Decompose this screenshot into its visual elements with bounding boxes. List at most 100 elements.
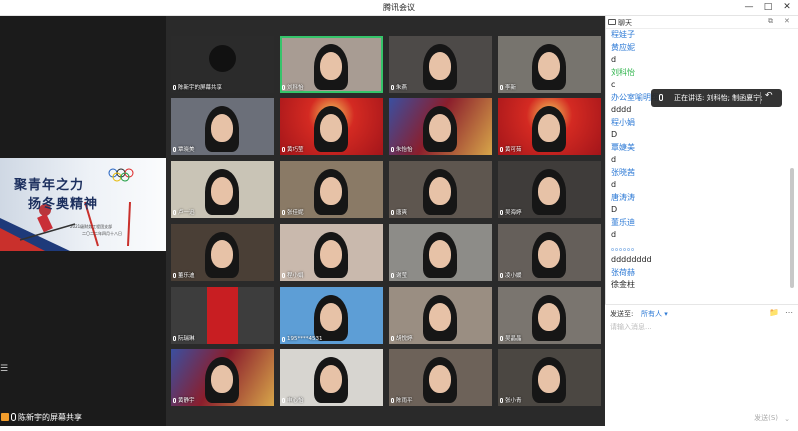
meeting-window: 腾讯会议 — □ ✕ ☰ 聚青年之力 扬冬奥精神 2021级财务工程团支部 二〇… [0,0,798,431]
list-toggle-icon[interactable]: ☰ [0,364,10,374]
participant-name: 陈新宇的屏幕共享 [173,83,222,91]
participant-face [429,365,451,393]
chat-icon [608,19,616,25]
more-icon[interactable]: ⋯ [785,308,793,317]
chat-message: d [611,55,617,64]
participant-face [211,240,233,268]
participant-name: 覃晓美 [173,145,195,153]
participant-name: 唐爽 [391,208,407,216]
chat-sender: 黄应妮 [611,42,635,52]
minimize-icon[interactable]: — [740,0,758,16]
participant-face [429,240,451,268]
participant-name: 程小娟 [282,271,304,279]
participant-name: 张佳妮 [282,208,304,216]
participant-face [320,303,342,331]
participant-tile[interactable]: 陈雨平 [389,349,492,406]
popout-icon[interactable]: ⧉ [768,17,773,26]
maximize-icon[interactable]: □ [759,0,777,16]
participant-tile[interactable]: 申心怡 [280,349,383,406]
message-input[interactable]: 请输入消息... [610,322,652,332]
mic-icon [282,84,285,90]
participant-tile[interactable]: 朱燕 [389,36,492,93]
participant-tile[interactable]: 黄静宇 [171,349,274,406]
participant-tile[interactable]: 吴海婷 [498,161,601,218]
participant-tile[interactable]: 张佳妮 [280,161,383,218]
send-to-select[interactable]: 所有人 ▾ [641,309,668,319]
participant-tile[interactable]: 唐爽 [389,161,492,218]
participant-name: 胡悦婷 [391,334,413,342]
mic-icon [282,146,285,152]
speaking-text: 正在讲话: 刘科怡; 制函夏宁; [674,94,763,102]
participant-tile[interactable]: 黄可茹 [498,98,601,155]
title-bar: 腾讯会议 — □ ✕ [0,0,798,16]
participant-tile[interactable]: 覃晓美 [171,98,274,155]
slide-subtitle-date: 二〇二二年四月十八日 [82,231,122,236]
participant-name: 刘科怡 [282,83,304,91]
participant-face [429,114,451,142]
file-icon[interactable]: 📁 [769,308,779,317]
chat-message: D [611,205,618,214]
return-icon[interactable]: ↶ [765,91,773,101]
mic-icon [500,335,503,341]
participant-tile[interactable]: 胡悦婷 [389,287,492,344]
participant-tile[interactable]: 吴晶晶 [498,287,601,344]
participant-name: 董乐迪 [173,271,195,279]
participant-face [429,303,451,331]
participant-name: 谢莹 [391,271,407,279]
screen-share-label: 陈新宇的屏幕共享 [0,410,110,424]
speaking-indicator: 正在讲话: 刘科怡; 制函夏宁; ↶ [651,89,782,107]
participant-tile[interactable]: 谢莹 [389,224,492,281]
mic-icon [11,413,16,421]
participant-tile[interactable]: 程小娟 [280,224,383,281]
participant-face [320,240,342,268]
participant-face [538,365,560,393]
mic-icon [500,272,503,278]
chat-composer: 发送至: 所有人 ▾ 📁 ⋯ 请输入消息... 发送(S) ⌄ [605,304,798,431]
participant-tile[interactable]: 黄巧莹 [280,98,383,155]
participant-avatar [209,45,236,72]
chat-message: d [611,180,617,189]
participant-tile[interactable]: 董乐迪 [171,224,274,281]
chat-sender: 董乐迪 [611,217,635,227]
participant-name: 黄巧莹 [282,145,304,153]
participant-face [211,114,233,142]
chat-close-icon[interactable]: ✕ [784,17,790,25]
close-icon[interactable]: ✕ [778,0,796,16]
participant-name: 李新 [500,83,516,91]
participant-tile[interactable]: 朱怡怡 [389,98,492,155]
window-title: 腾讯会议 [383,3,415,12]
participant-tile[interactable]: 阮瑞琳 [171,287,274,344]
send-options-icon[interactable]: ⌄ [784,415,790,423]
participant-face [320,365,342,393]
mic-icon [282,272,285,278]
participant-tile[interactable]: 卢一迅 [171,161,274,218]
participant-tile[interactable]: 刘科怡 [280,36,383,93]
mic-icon [282,336,285,342]
chat-sender: 覃婕美 [611,142,635,152]
send-to-label: 发送至: [610,310,634,318]
send-button[interactable]: 发送(S) [754,413,778,423]
chat-messages: 程娃子 黄应妮 d 刘科怡 c 办公室喻明翔 dddd 程小娟 D 覃婕美 d 张晓茜 d 唐涛涛 D 董乐迪… [611,29,796,314]
participant-tile[interactable]: 195****4531 [280,287,383,344]
slide-subtitle-org: 2021级财务工程团支部 [70,224,113,229]
participant-tile[interactable]: 陈新宇的屏幕共享 [171,36,274,93]
participant-face [538,52,560,80]
participant-tile[interactable]: 李新 [498,36,601,93]
participant-tile[interactable]: 张小青 [498,349,601,406]
participant-name: 朱燕 [391,83,407,91]
chat-sender: 刘科怡 [611,67,635,77]
chat-scrollbar[interactable] [790,168,794,288]
participant-name: 朱怡怡 [391,145,413,153]
participant-name: 吴海婷 [500,208,522,216]
chat-title: 聊天 [618,19,632,27]
participant-face [320,114,342,142]
participant-name: 吴晶晶 [500,334,522,342]
participant-face [429,177,451,205]
chat-sender: 。。。。。。 [611,242,639,252]
chat-sender: 张晓茜 [611,167,635,177]
participant-tile[interactable]: 凌小媛 [498,224,601,281]
chat-sender: 唐涛涛 [611,192,635,202]
chat-sender: 程娃子 [611,30,635,39]
share-screen-icon [1,413,9,421]
mic-icon [173,146,176,152]
